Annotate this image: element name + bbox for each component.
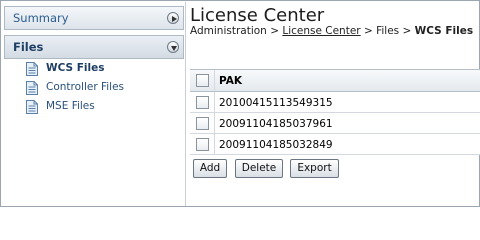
sidebar-item-label: WCS Files	[46, 62, 105, 74]
select-all-checkbox[interactable]	[196, 74, 209, 87]
pak-cell: 20091104185032849	[219, 139, 333, 151]
breadcrumb-separator: >	[270, 25, 279, 37]
column-divider	[214, 113, 215, 133]
table-row[interactable]: 20100415113549315	[190, 92, 480, 113]
down-arrow-circle-icon[interactable]	[167, 41, 179, 53]
pak-cell: 20091104185037961	[219, 118, 333, 130]
table-row[interactable]: 20091104185037961	[190, 113, 480, 134]
sidebar: Summary Files WCS Files Controller Files…	[2, 2, 186, 206]
summary-label: Summary	[13, 11, 69, 25]
breadcrumb-current: WCS Files	[414, 25, 474, 37]
table-header: PAK	[190, 70, 480, 92]
main-content: License Center Administration > License …	[190, 1, 480, 208]
sidebar-item-label: Controller Files	[46, 81, 125, 93]
row-checkbox[interactable]	[196, 138, 209, 151]
pak-cell: 20100415113549315	[219, 97, 333, 109]
column-divider	[214, 134, 215, 154]
breadcrumb-root: Administration	[190, 25, 267, 37]
pak-table: PAK 20100415113549315 20091104185037961 …	[190, 69, 480, 155]
document-icon	[26, 61, 38, 76]
breadcrumb-separator: >	[363, 25, 373, 37]
sidebar-section-summary[interactable]: Summary	[4, 6, 184, 30]
breadcrumb-separator: >	[402, 25, 412, 37]
column-header-pak[interactable]: PAK	[219, 75, 242, 87]
delete-button[interactable]: Delete	[235, 159, 283, 178]
sidebar-section-files[interactable]: Files	[4, 35, 184, 59]
page-title: License Center	[190, 5, 325, 26]
breadcrumb-link-license-center[interactable]: License Center	[282, 25, 360, 37]
files-label: Files	[13, 40, 44, 54]
column-divider	[214, 92, 215, 112]
document-icon	[26, 80, 38, 95]
column-divider	[214, 70, 215, 91]
row-checkbox[interactable]	[196, 96, 209, 109]
export-button[interactable]: Export	[290, 159, 339, 178]
sidebar-item-label: MSE Files	[46, 100, 95, 112]
table-row[interactable]: 20091104185032849	[190, 134, 480, 155]
breadcrumb-files: Files	[376, 25, 400, 37]
breadcrumb: Administration > License Center > Files …	[190, 25, 473, 37]
document-icon	[26, 99, 38, 114]
right-arrow-circle-icon[interactable]	[167, 12, 179, 24]
add-button[interactable]: Add	[193, 159, 227, 178]
app-frame: Summary Files WCS Files Controller Files…	[0, 0, 480, 207]
row-checkbox[interactable]	[196, 117, 209, 130]
